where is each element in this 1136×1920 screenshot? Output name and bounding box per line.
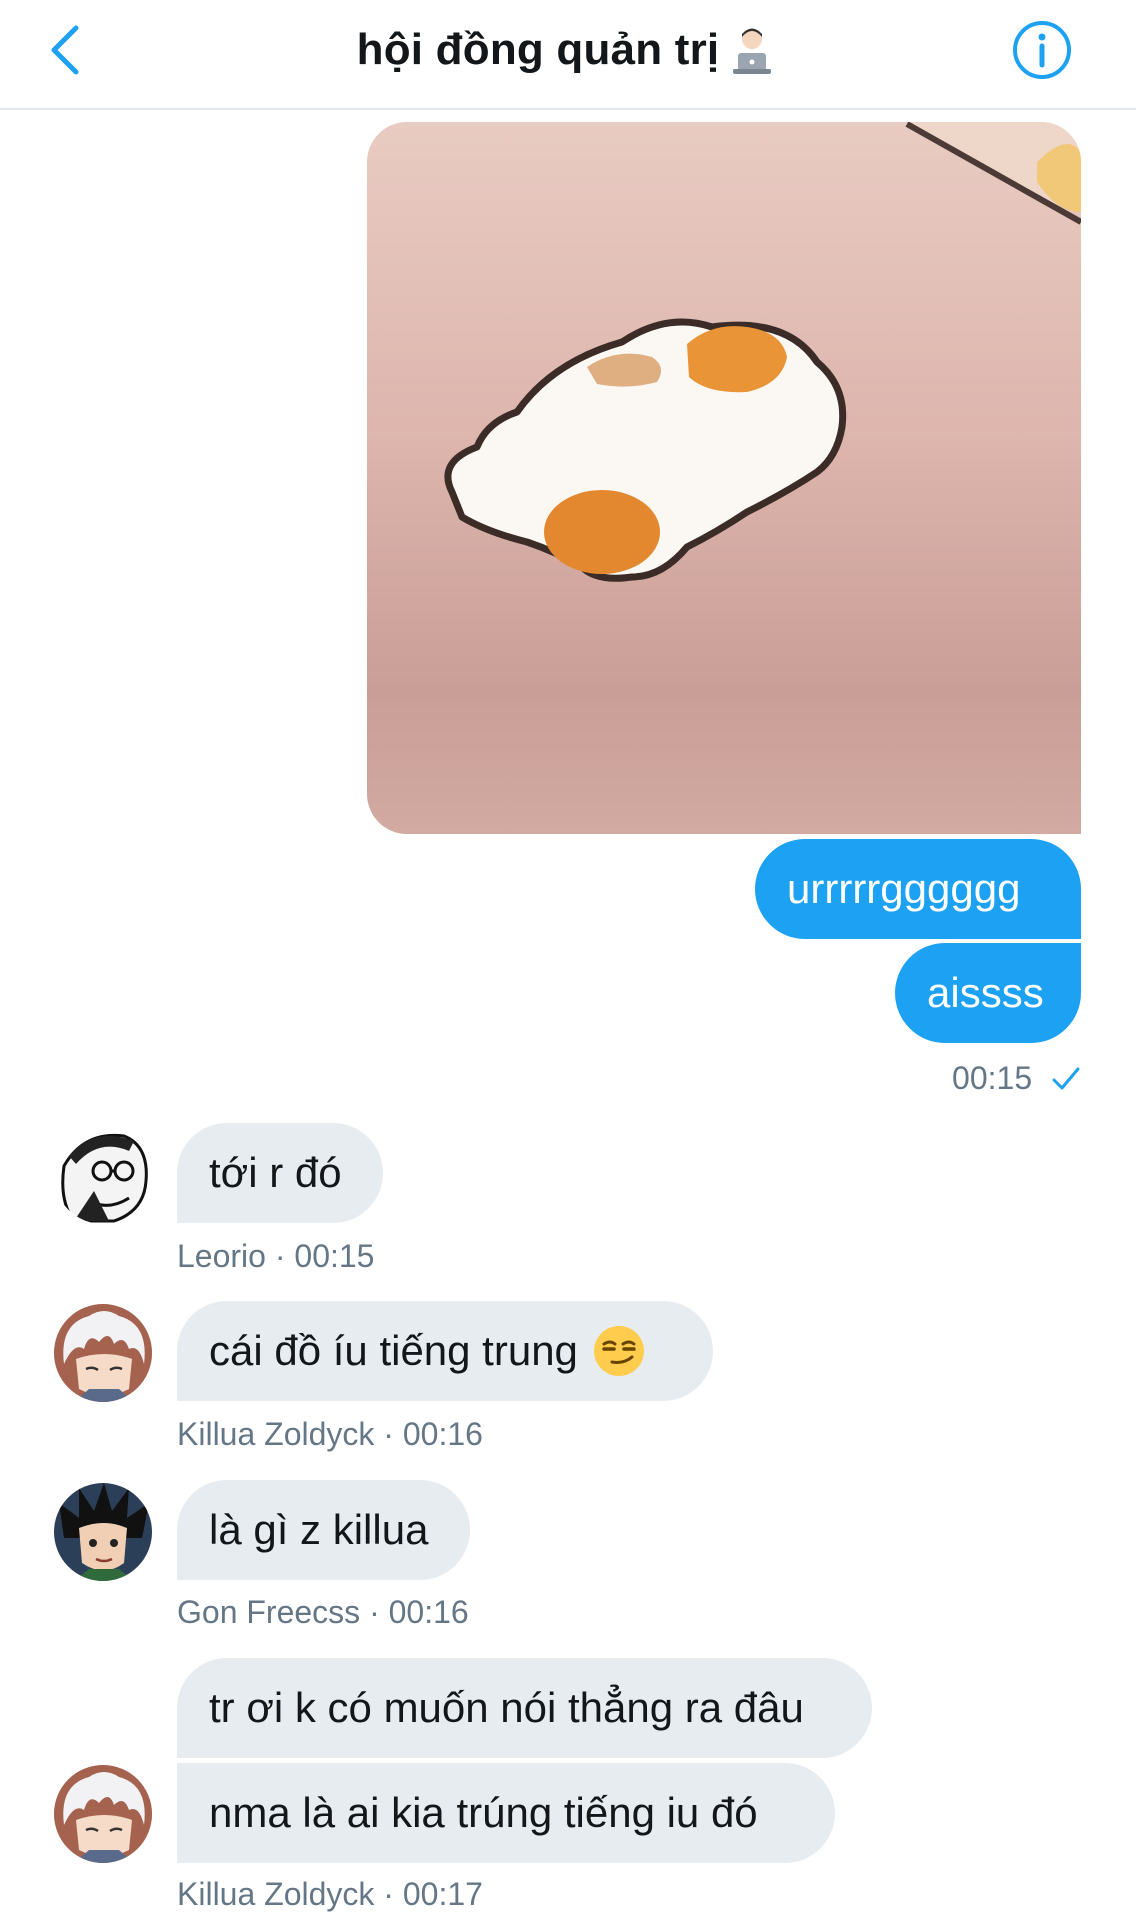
hamster-cartoon-image[interactable] xyxy=(367,122,1081,834)
incoming-message[interactable]: là gì z killua xyxy=(177,1480,470,1580)
smirking-face-emoji-icon xyxy=(593,1326,644,1376)
outgoing-message[interactable]: aissss xyxy=(895,943,1081,1043)
message-meta: Gon Freecss · 00:16 xyxy=(177,1594,469,1630)
message-time: 00:16 xyxy=(388,1594,469,1630)
incoming-message[interactable]: tr ơi k có muốn nói thẳng ra đâu xyxy=(177,1658,872,1758)
incoming-message[interactable]: tới r đó xyxy=(177,1123,383,1223)
incoming-message[interactable]: nma là ai kia trúng tiếng iu đó xyxy=(177,1763,835,1863)
message-text: urrrrrgggggg xyxy=(787,865,1021,912)
message-meta: Killua Zoldyck · 00:17 xyxy=(177,1876,483,1912)
message-time: 00:16 xyxy=(402,1416,483,1452)
message-meta: Leorio · 00:15 xyxy=(177,1238,375,1274)
message-text: tr ơi k có muốn nói thẳng ra đâu xyxy=(209,1684,804,1731)
incoming-message[interactable]: cái đồ íu tiếng trung xyxy=(177,1301,713,1401)
killua-avatar[interactable] xyxy=(54,1304,152,1402)
sender-name: Killua Zoldyck xyxy=(177,1416,375,1452)
message-time: 00:17 xyxy=(402,1876,483,1912)
message-text: là gì z killua xyxy=(209,1506,429,1553)
sender-name: Leorio xyxy=(177,1238,266,1274)
gon-avatar[interactable] xyxy=(54,1483,152,1581)
conversation-title: hội đồng quản trị xyxy=(356,25,720,74)
technologist-emoji-icon xyxy=(725,23,779,77)
back-button[interactable] xyxy=(40,18,96,82)
sender-name: Gon Freecss xyxy=(177,1594,361,1630)
outgoing-message[interactable]: urrrrrgggggg xyxy=(755,839,1081,939)
message-text: cái đồ íu tiếng trung xyxy=(209,1327,578,1374)
checkmark-icon xyxy=(1052,1067,1080,1090)
outgoing-timestamp: 00:15 xyxy=(950,1060,1081,1097)
info-icon xyxy=(1013,21,1071,79)
message-meta: Killua Zoldyck · 00:16 xyxy=(177,1416,483,1452)
leorio-avatar[interactable] xyxy=(54,1126,152,1224)
message-time: 00:15 xyxy=(294,1238,375,1274)
sender-name: Killua Zoldyck xyxy=(177,1876,375,1912)
killua-avatar[interactable] xyxy=(54,1765,152,1863)
chevron-left-icon xyxy=(51,25,79,75)
info-button[interactable] xyxy=(1010,18,1074,82)
message-text: nma là ai kia trúng tiếng iu đó xyxy=(209,1789,758,1836)
conversation-header: hội đồng quản trị xyxy=(0,0,1136,110)
message-text: tới r đó xyxy=(209,1149,342,1196)
message-text: aissss xyxy=(927,969,1044,1016)
